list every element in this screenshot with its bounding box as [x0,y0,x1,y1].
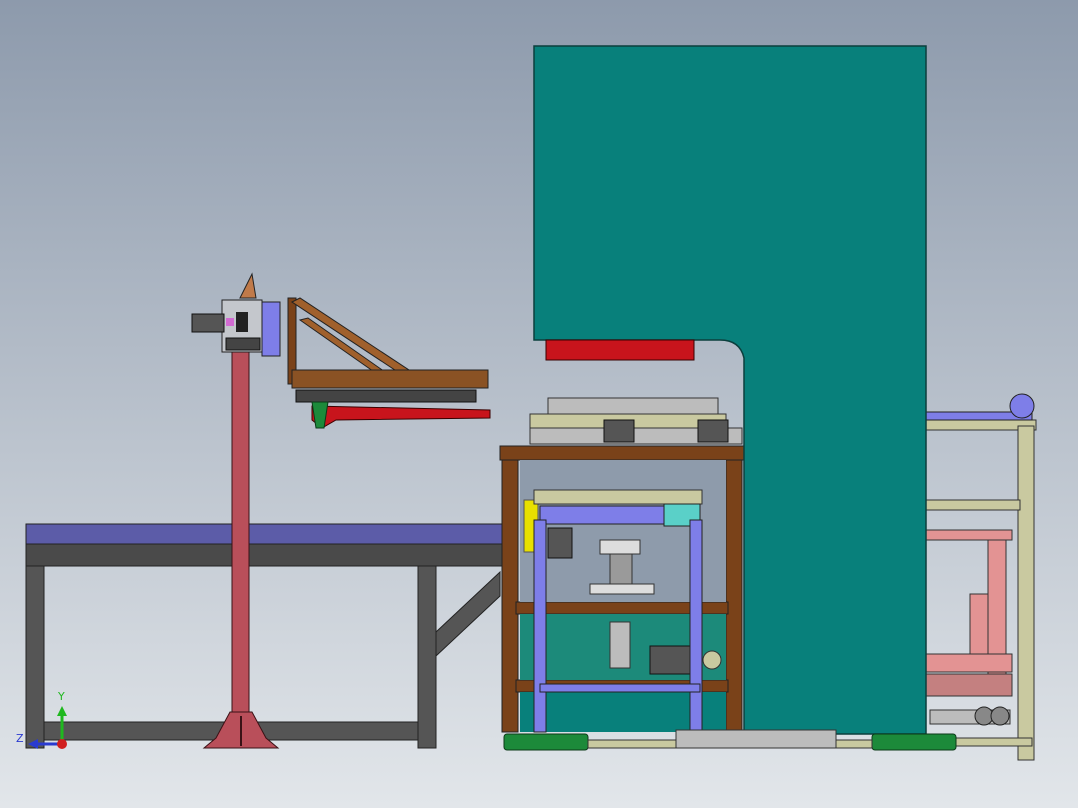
arm-beam [291,369,489,389]
ejector-plate [925,653,1013,673]
triad-x-dot [57,739,67,749]
roller-motor [547,527,573,559]
table-leg-left [25,565,45,749]
press-red-plate [545,339,695,361]
ram-cylinder [609,621,631,669]
ejector-post [1017,425,1035,761]
blue-crossbar [539,683,701,693]
drive-box [649,645,691,675]
floor-track [675,729,837,749]
table-leg-mid [417,565,437,749]
ejector-pulley [1009,393,1035,419]
wood-top [499,445,745,461]
feeder-marker [226,318,234,326]
cad-viewport[interactable]: Y Z [0,0,1078,808]
ejector-base [925,673,1013,697]
blue-column-1 [533,519,547,733]
arm-slide [295,389,477,403]
triad-z-label: Z [16,732,24,745]
feeder-clamp [225,337,261,351]
table-rail [25,543,505,567]
table-top [25,523,505,545]
ram-body [609,553,633,585]
ejector-wheel-2 [990,706,1010,726]
feeder-block [236,312,248,332]
ram-head [599,539,641,555]
foot-right [871,733,957,751]
ejector-mid-rail [919,499,1021,511]
ejector-pink-rail [919,529,1013,541]
ram-flange [589,583,655,595]
drive-pulley [702,650,722,670]
feeder-motor [191,313,225,333]
blue-column-2 [689,519,703,733]
stand-post [231,351,250,743]
frame-bearing-1 [603,419,635,443]
frame-top-slide [547,397,719,415]
frame-bearing-2 [697,419,729,443]
feeder-plate [261,301,281,357]
roller-frame[interactable] [499,397,745,733]
foot-left [503,733,589,751]
triad-y-label: Y [57,690,65,703]
ejector-wheel-1 [974,706,994,726]
ejector-cylinder [969,593,989,659]
roller-top [533,489,703,505]
